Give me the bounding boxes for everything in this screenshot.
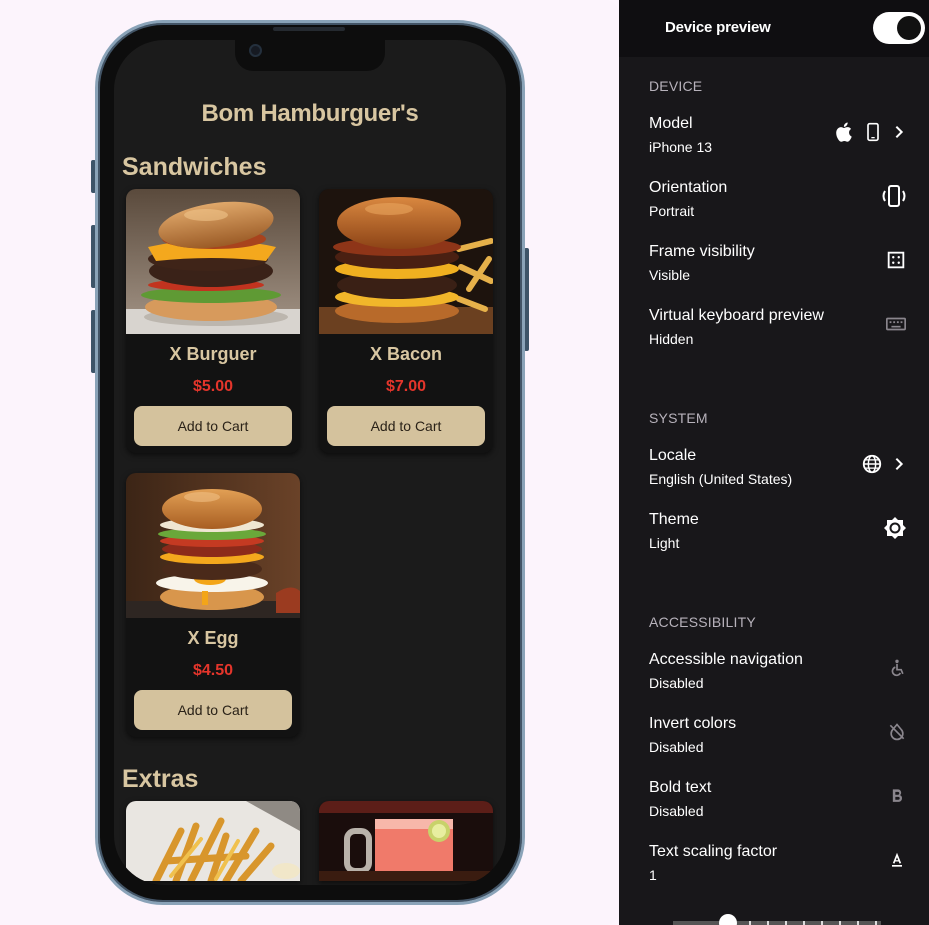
setting-frame-visibility[interactable]: Frame visibility Visible [619, 243, 929, 293]
brightness-icon[interactable] [883, 516, 907, 540]
toggle-knob [897, 16, 921, 40]
slider-tick [785, 921, 787, 925]
setting-label: Model [649, 115, 693, 132]
setting-text-scaling[interactable]: Text scaling factor 1 [619, 843, 929, 893]
add-to-cart-button[interactable]: Add to Cart [134, 690, 292, 730]
group-label-accessibility: ACCESSIBILITY [649, 614, 756, 630]
setting-label: Theme [649, 511, 699, 528]
setting-label: Virtual keyboard preview [649, 307, 824, 324]
screen-rotation-icon[interactable] [881, 184, 907, 208]
product-price: $5.00 [192, 378, 234, 395]
setting-theme[interactable]: Theme Light [619, 511, 929, 561]
keyboard-icon[interactable] [885, 312, 907, 336]
setting-value: Disabled [649, 675, 704, 691]
setting-invert-colors[interactable]: Invert colors Disabled [619, 715, 929, 765]
product-card[interactable] [126, 801, 300, 881]
panel-header: Device preview [619, 0, 929, 57]
setting-locale[interactable]: Locale English (United States) [619, 447, 929, 497]
chevron-right-icon[interactable] [891, 452, 907, 476]
slider-tick [875, 921, 877, 925]
setting-label: Text scaling factor [649, 843, 778, 860]
setting-value: Disabled [649, 803, 704, 819]
product-price: $4.50 [192, 662, 234, 679]
globe-icon [862, 454, 882, 474]
burger-image [319, 189, 493, 334]
section-title-sandwiches: Sandwiches [122, 153, 267, 181]
invert-colors-off-icon[interactable] [887, 720, 907, 744]
product-name: X Bacon [369, 344, 443, 364]
frame-icon[interactable] [885, 248, 907, 272]
slider-tick [821, 921, 823, 925]
setting-label: Locale [649, 447, 697, 464]
add-to-cart-button[interactable]: Add to Cart [134, 406, 292, 446]
slider-tick [857, 921, 859, 925]
apple-icon [836, 122, 852, 142]
earpiece-speaker [273, 27, 345, 31]
slider-tick [803, 921, 805, 925]
chevron-right-icon[interactable] [891, 120, 907, 144]
setting-label: Bold text [649, 779, 712, 796]
text-scaling-slider[interactable] [673, 914, 881, 925]
slider-thumb[interactable] [719, 914, 737, 925]
slider-tick [749, 921, 751, 925]
group-label-device: DEVICE [649, 78, 703, 94]
group-label-system: SYSTEM [649, 410, 708, 426]
product-name: X Burguer [169, 344, 257, 364]
setting-value: Disabled [649, 739, 704, 755]
product-card[interactable] [319, 801, 493, 881]
add-to-cart-button[interactable]: Add to Cart [327, 406, 485, 446]
device-preview-toggle[interactable] [873, 12, 925, 44]
front-camera [249, 44, 262, 57]
setting-model[interactable]: Model iPhone 13 [619, 115, 929, 165]
setting-value: Light [649, 535, 680, 551]
setting-bold-text[interactable]: Bold text Disabled [619, 779, 929, 829]
slider-tick [839, 921, 841, 925]
french-fries-image [126, 801, 300, 881]
smartphone-icon [867, 122, 879, 142]
burger-image [126, 473, 300, 618]
text-size-icon [892, 852, 902, 867]
product-card[interactable]: X Egg $4.50 Add to Cart [126, 473, 300, 737]
setting-value: English (United States) [649, 471, 793, 487]
accessible-icon[interactable] [887, 656, 907, 680]
slider-tick [767, 921, 769, 925]
product-card[interactable]: X Bacon $7.00 Add to Cart [319, 189, 493, 453]
setting-label: Frame visibility [649, 243, 755, 260]
burger-image [126, 189, 300, 334]
setting-orientation[interactable]: Orientation Portrait [619, 179, 929, 229]
preview-canvas: Bom Hamburguer's Sandwiches X Burguer $5… [0, 0, 619, 925]
setting-label: Accessible navigation [649, 651, 803, 668]
product-price: $7.00 [385, 378, 427, 395]
setting-accessible-navigation[interactable]: Accessible navigation Disabled [619, 651, 929, 701]
setting-label: Invert colors [649, 715, 737, 732]
slider-track [673, 921, 881, 925]
pink-drink-image [319, 801, 493, 881]
setting-value: iPhone 13 [649, 139, 713, 155]
setting-virtual-keyboard[interactable]: Virtual keyboard preview Hidden [619, 307, 929, 357]
app-title: Bom Hamburguer's [201, 100, 419, 127]
setting-value: Hidden [649, 331, 694, 347]
setting-value: 1 [649, 867, 657, 883]
product-card[interactable]: X Burguer $5.00 Add to Cart [126, 189, 300, 453]
product-name: X Egg [187, 628, 239, 648]
format-bold-icon[interactable] [887, 784, 907, 808]
setting-value: Portrait [649, 203, 695, 219]
setting-label: Orientation [649, 179, 728, 196]
device-preview-panel: Device preview DEVICE Model iPhone 13 Or… [619, 0, 929, 925]
setting-value: Visible [649, 267, 690, 283]
panel-title: Device preview [665, 19, 771, 36]
section-title-extras: Extras [122, 765, 199, 793]
app-screen[interactable]: Bom Hamburguer's Sandwiches X Burguer $5… [114, 40, 506, 885]
